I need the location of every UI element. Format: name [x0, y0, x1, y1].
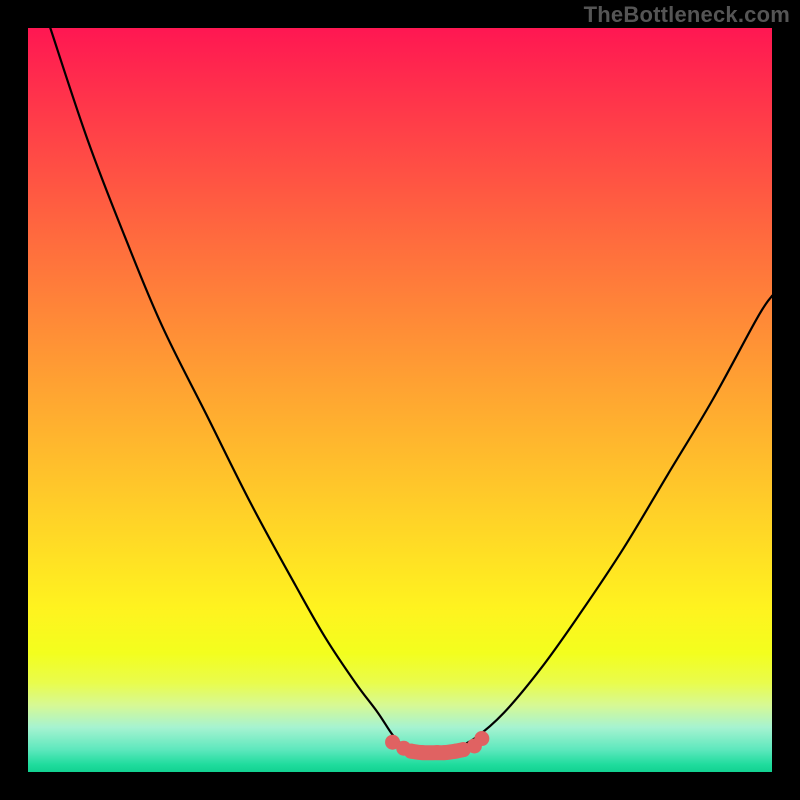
chart-svg [28, 28, 772, 772]
right-curve [452, 296, 772, 750]
watermark-text: TheBottleneck.com [584, 2, 790, 28]
valley-markers [385, 731, 489, 760]
chart-frame: TheBottleneck.com [0, 0, 800, 800]
plot-area [28, 28, 772, 772]
left-curve [50, 28, 411, 750]
